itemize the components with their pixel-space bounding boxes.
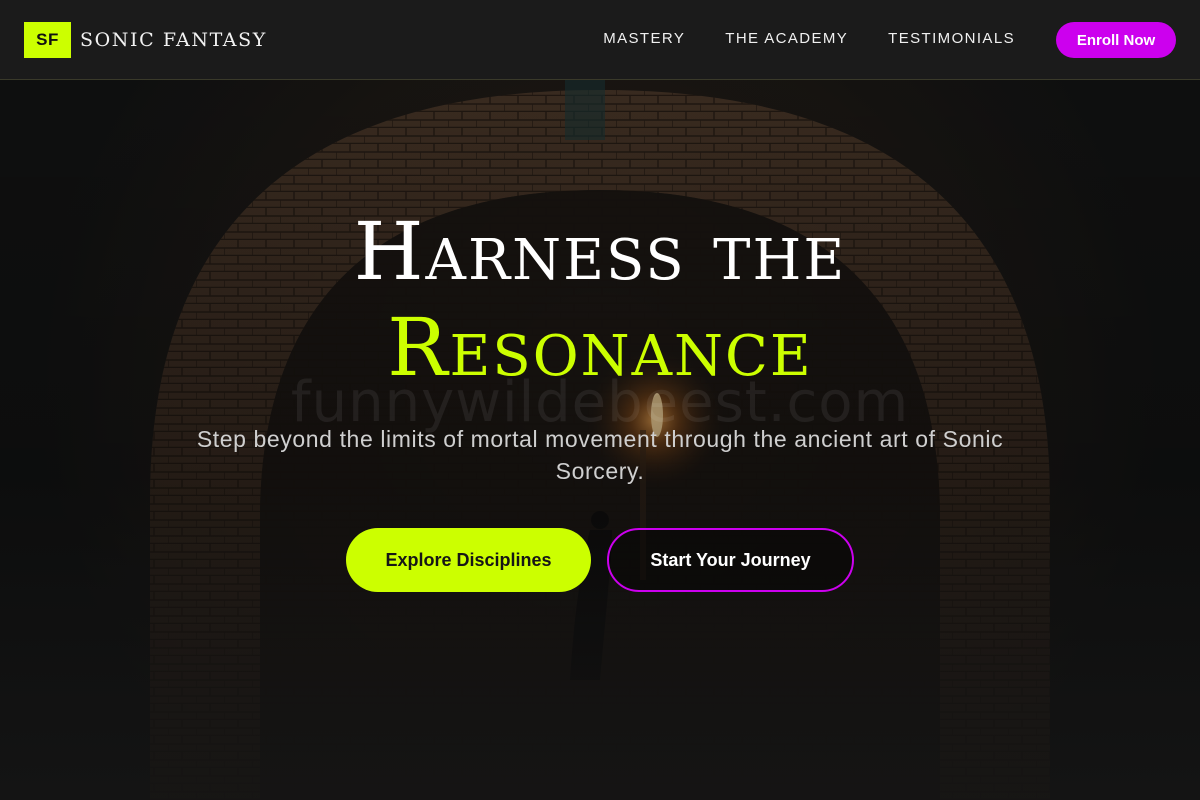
- page: SF SONIC FANTASY MASTERY THE ACADEMY TES…: [0, 0, 1200, 800]
- logo[interactable]: SF SONIC FANTASY: [24, 22, 267, 58]
- site-header: SF SONIC FANTASY MASTERY THE ACADEMY TES…: [0, 0, 1200, 80]
- nav-link-mastery[interactable]: MASTERY: [603, 30, 685, 47]
- hero-section: funnywildebeest.com Harness the Resonanc…: [0, 80, 1200, 800]
- enroll-now-button[interactable]: Enroll Now: [1056, 22, 1176, 58]
- hero-title-line-2: Resonance: [387, 301, 813, 394]
- hero-title-line-1: Harness the: [353, 205, 847, 298]
- start-your-journey-button[interactable]: Start Your Journey: [607, 528, 854, 592]
- logo-text: SONIC FANTASY: [80, 29, 267, 51]
- main-nav: MASTERY THE ACADEMY TESTIMONIALS: [603, 30, 1015, 47]
- nav-link-the-academy[interactable]: THE ACADEMY: [725, 30, 848, 47]
- hero-title: Harness the Resonance: [0, 204, 1200, 396]
- logo-mark: SF: [24, 22, 71, 58]
- explore-disciplines-button[interactable]: Explore Disciplines: [346, 528, 591, 592]
- hero-subtitle: Step beyond the limits of mortal movemen…: [196, 426, 1004, 484]
- hero-cta-group: Explore Disciplines Start Your Journey: [346, 528, 854, 592]
- nav-link-testimonials[interactable]: TESTIMONIALS: [888, 30, 1015, 47]
